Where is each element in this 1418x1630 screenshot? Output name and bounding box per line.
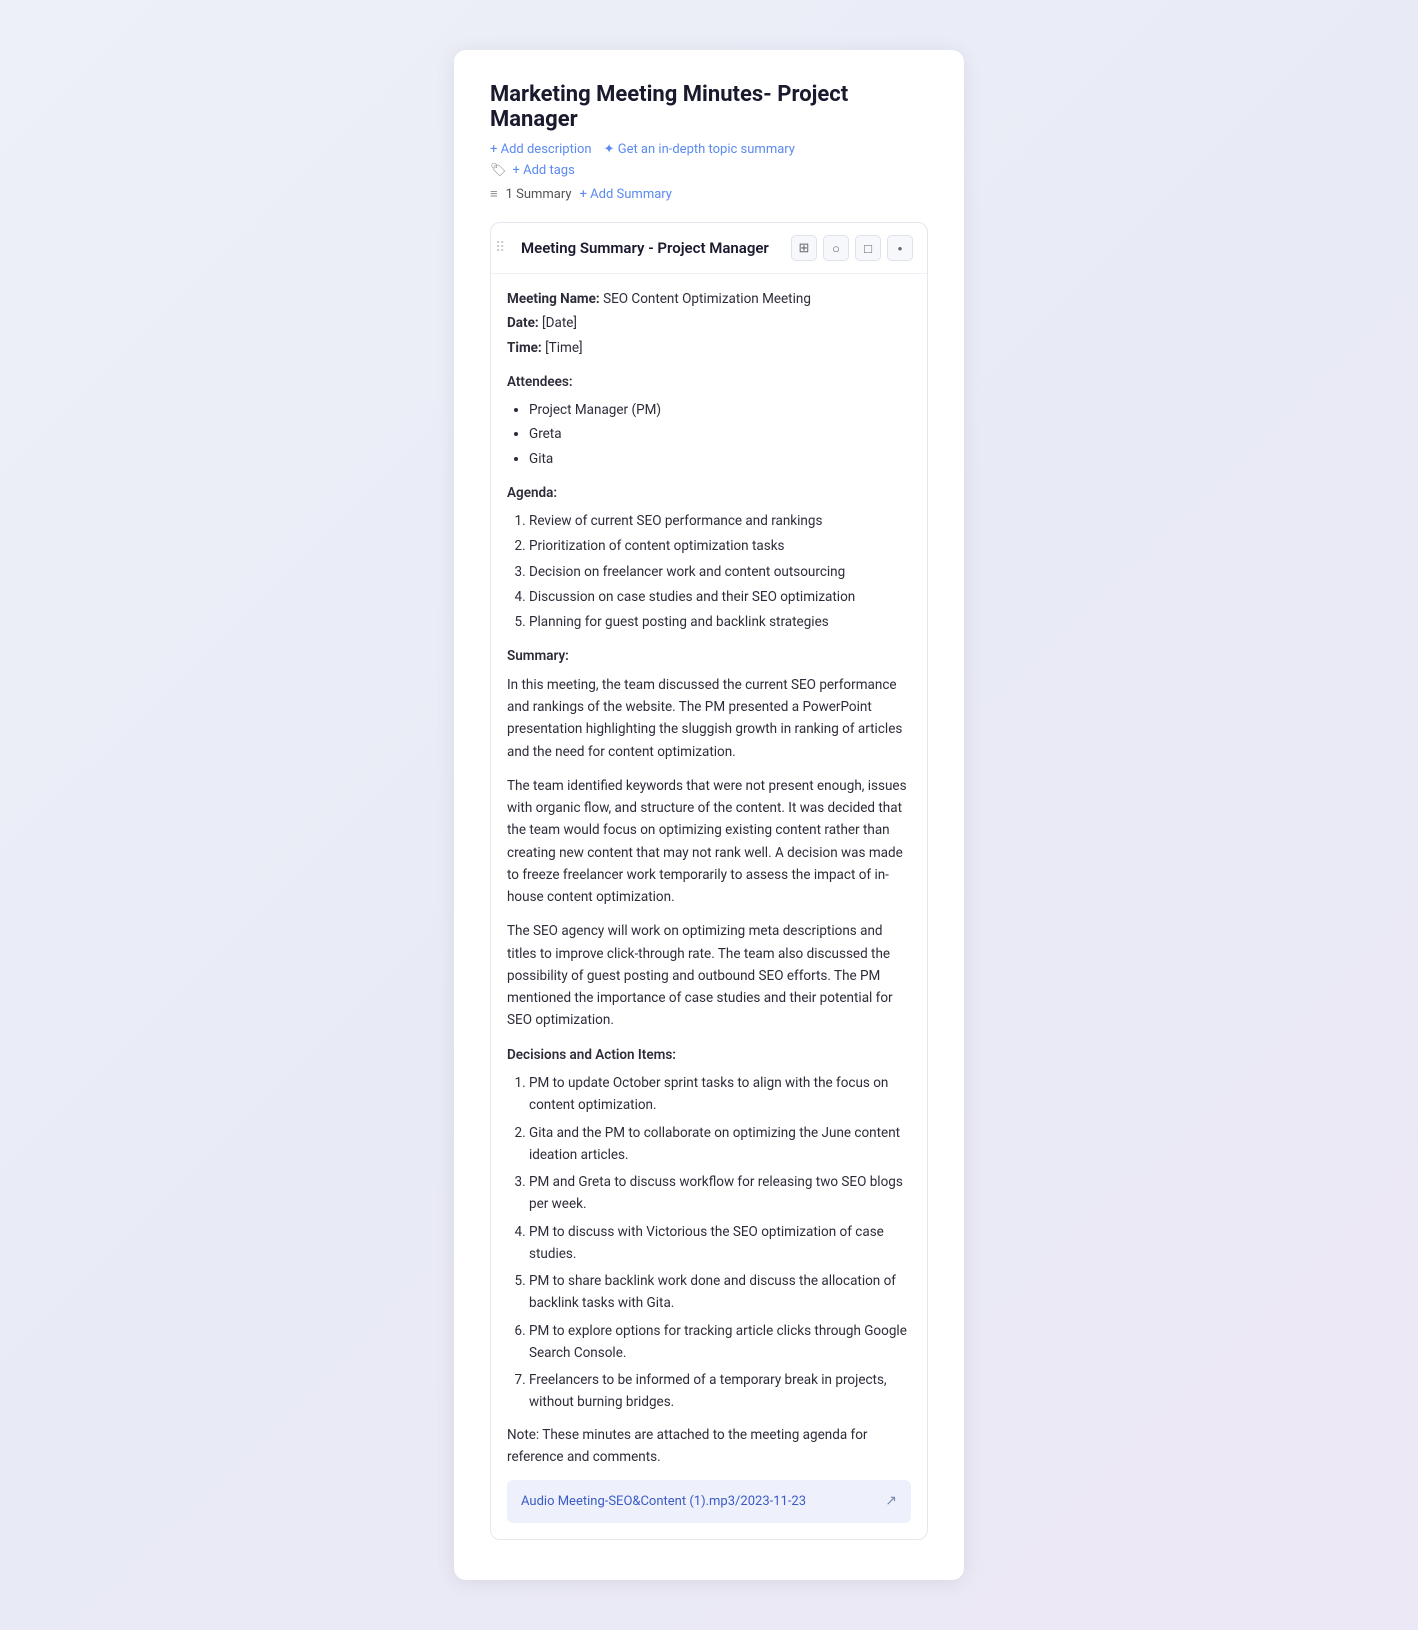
add-summary-link[interactable]: + Add Summary	[580, 187, 672, 202]
list-icon: ≡	[490, 186, 498, 202]
action-item: PM to share backlink work done and discu…	[529, 1270, 911, 1315]
decisions-label: Decisions and Action Items:	[507, 1044, 911, 1066]
action-item: PM to explore options for tracking artic…	[529, 1320, 911, 1365]
circle-action-button[interactable]: ○	[823, 235, 849, 261]
page-title: Marketing Meeting Minutes- Project Manag…	[490, 82, 928, 132]
time-label: Time:	[507, 340, 542, 356]
paragraph-1: In this meeting, the team discussed the …	[507, 674, 911, 763]
summary-count: 1 Summary	[506, 187, 572, 202]
card-actions: ⊞ ○ □ •	[791, 235, 913, 261]
summary-row: ≡ 1 Summary + Add Summary	[490, 186, 928, 202]
action-item: PM and Greta to discuss workflow for rel…	[529, 1171, 911, 1216]
attendees-label: Attendees:	[507, 371, 911, 393]
note-text: Note: These minutes are attached to the …	[507, 1424, 911, 1469]
date-line: Date: [Date]	[507, 312, 911, 334]
agenda-list: Review of current SEO performance and ra…	[507, 510, 911, 633]
action-item: Gita and the PM to collaborate on optimi…	[529, 1122, 911, 1167]
action-item: PM to update October sprint tasks to ali…	[529, 1072, 911, 1117]
attendees-list: Project Manager (PM) Greta Gita	[507, 399, 911, 470]
action-row-top: + Add description ✦ Get an in-depth topi…	[490, 142, 928, 157]
tags-row: 🏷 + Add tags	[490, 163, 928, 178]
paragraph-2: The team identified keywords that were n…	[507, 775, 911, 909]
attendee-item: Gita	[529, 448, 911, 470]
date-value: [Date]	[542, 315, 577, 331]
actions-list: PM to update October sprint tasks to ali…	[507, 1072, 911, 1414]
summary-label: Summary:	[507, 645, 911, 667]
attachment-name: Audio Meeting-SEO&Content (1).mp3/2023-1…	[521, 1491, 806, 1512]
meeting-name-label: Meeting Name:	[507, 291, 600, 307]
attachment-bar[interactable]: Audio Meeting-SEO&Content (1).mp3/2023-1…	[507, 1480, 911, 1523]
agenda-item: Prioritization of content optimization t…	[529, 535, 911, 557]
attachment-link-icon: ↗	[885, 1490, 897, 1513]
tag-icon: 🏷	[490, 163, 507, 178]
attendee-item: Project Manager (PM)	[529, 399, 911, 421]
paragraph-3: The SEO agency will work on optimizing m…	[507, 920, 911, 1031]
get-summary-link[interactable]: ✦ Get an in-depth topic summary	[604, 142, 795, 157]
agenda-item: Discussion on case studies and their SEO…	[529, 586, 911, 608]
agenda-item: Decision on freelancer work and content …	[529, 561, 911, 583]
square-action-button[interactable]: □	[855, 235, 881, 261]
page-container: Marketing Meeting Minutes- Project Manag…	[454, 50, 964, 1580]
summary-card-body: Meeting Name: SEO Content Optimization M…	[491, 274, 927, 1539]
meeting-name-value: SEO Content Optimization Meeting	[603, 291, 811, 307]
date-label: Date:	[507, 315, 539, 331]
time-line: Time: [Time]	[507, 337, 911, 359]
time-value: [Time]	[545, 340, 583, 356]
agenda-item: Review of current SEO performance and ra…	[529, 510, 911, 532]
attendee-item: Greta	[529, 423, 911, 445]
summary-card: ⠿ Meeting Summary - Project Manager ⊞ ○ …	[490, 222, 928, 1540]
add-tags-link[interactable]: + Add tags	[513, 163, 575, 178]
meeting-name-line: Meeting Name: SEO Content Optimization M…	[507, 288, 911, 310]
summary-card-header: ⠿ Meeting Summary - Project Manager ⊞ ○ …	[491, 223, 927, 274]
add-description-link[interactable]: + Add description	[490, 142, 592, 157]
action-item: Freelancers to be informed of a temporar…	[529, 1369, 911, 1414]
drag-handle-icon: ⠿	[495, 240, 505, 256]
grid-action-button[interactable]: ⊞	[791, 235, 817, 261]
dot-action-button[interactable]: •	[887, 235, 913, 261]
action-item: PM to discuss with Victorious the SEO op…	[529, 1221, 911, 1266]
agenda-label: Agenda:	[507, 482, 911, 504]
agenda-item: Planning for guest posting and backlink …	[529, 611, 911, 633]
summary-card-title: Meeting Summary - Project Manager	[521, 239, 769, 257]
